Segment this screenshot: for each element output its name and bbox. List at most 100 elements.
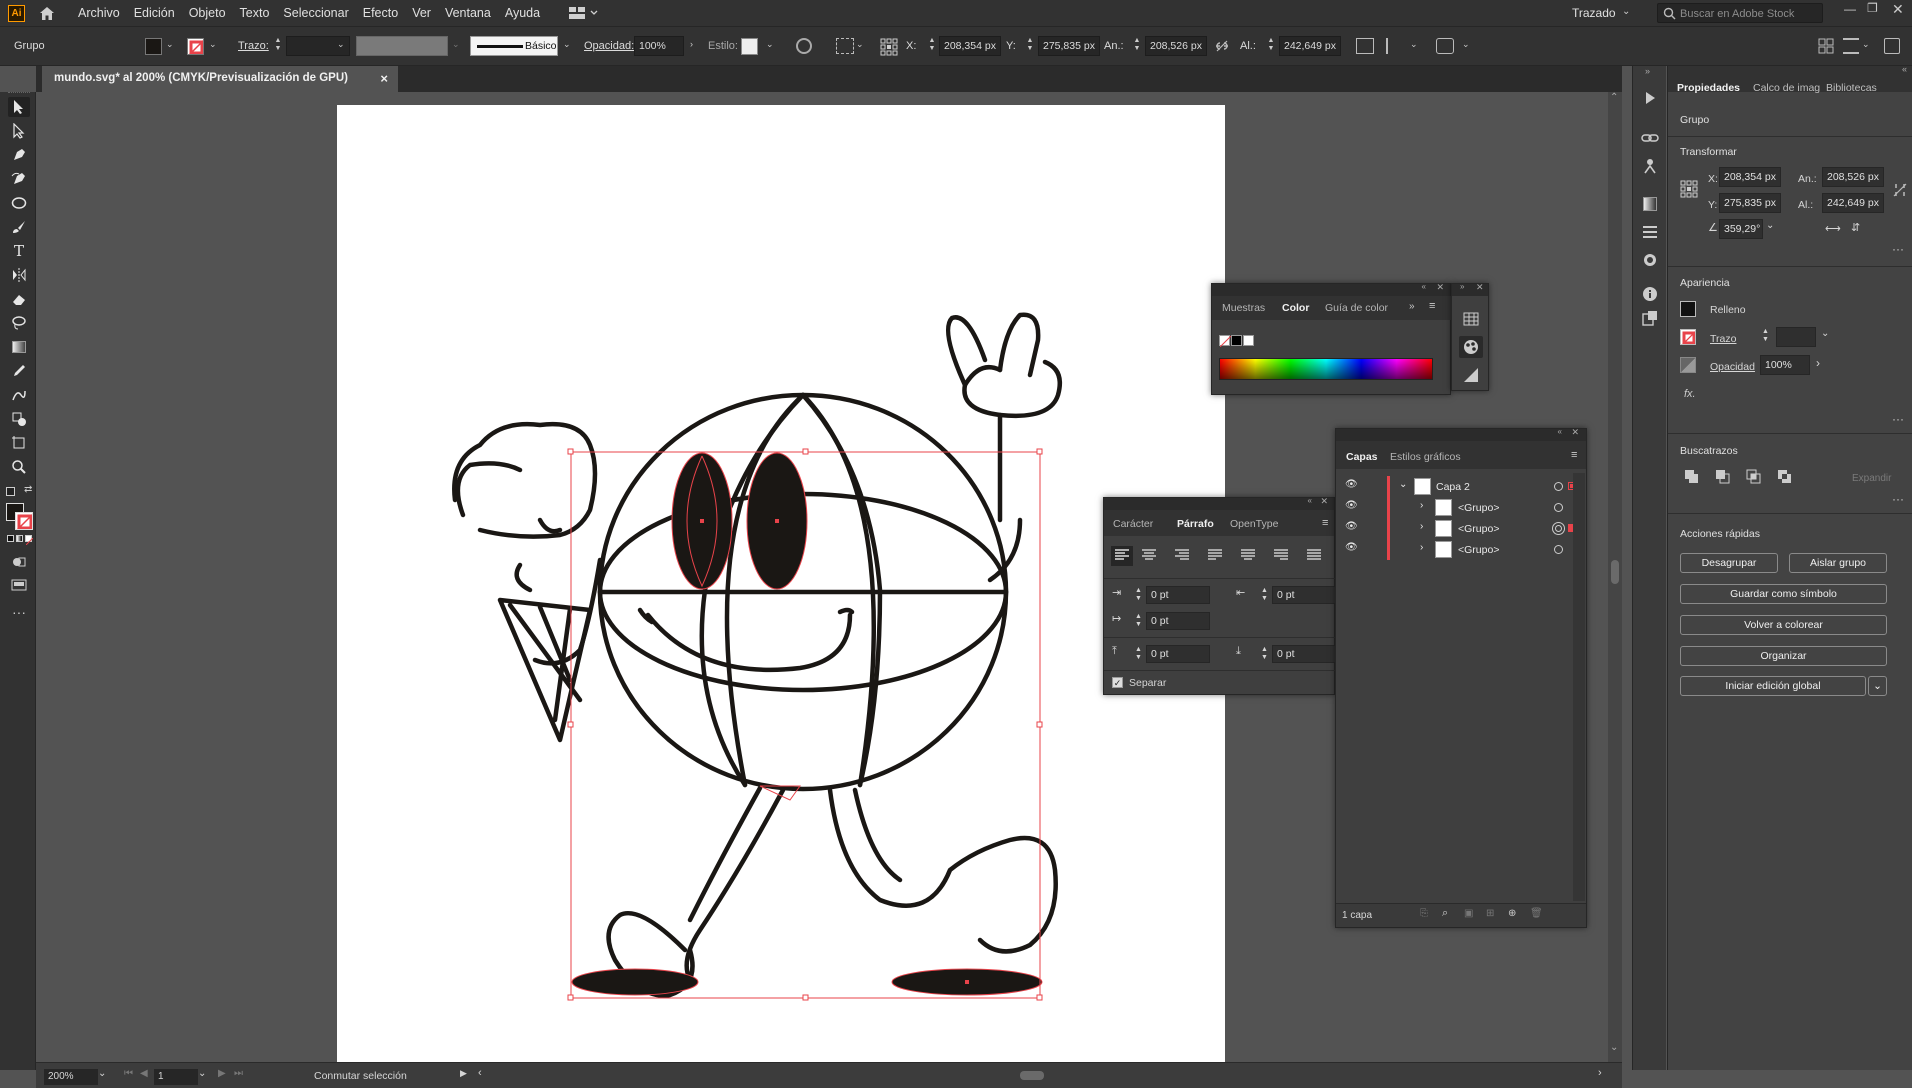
side-strip-close-icon[interactable]: ✕ — [1476, 282, 1484, 293]
minus-front-icon[interactable] — [1715, 469, 1730, 484]
workspace-options-icon[interactable] — [1884, 38, 1900, 54]
close-tab-icon[interactable]: × — [380, 71, 388, 86]
first-line-indent-field[interactable]: 0 pt — [1146, 612, 1210, 630]
color-mode-icon[interactable] — [7, 535, 14, 542]
color-panel-collapse-icon[interactable]: « — [1422, 282, 1426, 291]
artboard-tool-icon[interactable] — [8, 433, 30, 453]
stroke-stepper[interactable]: ▲ ▼ — [1762, 328, 1769, 344]
swap-colors-icon[interactable]: ⇄ — [24, 484, 32, 495]
reference-point-icon[interactable] — [880, 38, 898, 56]
type-tool-icon[interactable]: T — [8, 241, 30, 261]
props-h-field[interactable]: 242,649 px — [1822, 193, 1884, 213]
next-artboard-icon[interactable]: ▶ — [218, 1068, 226, 1079]
constrain-proportions-icon[interactable] — [1214, 39, 1230, 53]
space-after-field[interactable]: 0 pt — [1272, 645, 1336, 663]
scroll-down-icon[interactable]: ⌄ — [1610, 1042, 1618, 1053]
gradient-tool-icon[interactable] — [8, 337, 30, 357]
flip-vertical-icon[interactable]: ⇵ — [1851, 221, 1860, 234]
align-to-icon[interactable] — [836, 38, 854, 54]
variable-width-profile[interactable] — [356, 36, 448, 56]
flip-horizontal-icon[interactable]: ⟷ — [1825, 222, 1841, 235]
align-left-icon[interactable] — [1111, 546, 1133, 566]
props-y-field[interactable]: 275,835 px — [1719, 193, 1781, 213]
pen-tool-icon[interactable] — [8, 145, 30, 165]
transform-more-icon[interactable]: ··· — [1892, 242, 1904, 256]
scroll-up-icon[interactable]: ⌃ — [1610, 92, 1618, 103]
y-stepper[interactable]: ▲ ▼ — [1026, 37, 1034, 55]
gradient-mode-icon[interactable] — [16, 535, 23, 542]
intersect-icon[interactable] — [1746, 469, 1761, 484]
appearance-stroke-swatch[interactable] — [1680, 329, 1696, 345]
fill-chevron-icon[interactable]: ⌄ — [166, 39, 176, 51]
align-icon[interactable] — [1386, 38, 1404, 54]
space-before-stepper[interactable]: ▲ ▼ — [1135, 646, 1142, 662]
direct-selection-tool-icon[interactable] — [8, 121, 30, 141]
opacity-arrow-icon[interactable]: › — [690, 39, 700, 51]
paragraph-panel-close-icon[interactable]: ✕ — [1320, 496, 1328, 507]
expand-button[interactable]: Expandir — [1852, 473, 1891, 484]
justify-center-icon[interactable] — [1241, 549, 1255, 561]
artboard-number-field[interactable]: 1 — [154, 1069, 198, 1085]
stroke-label[interactable]: Trazo — [1710, 333, 1736, 345]
layer-name[interactable]: Capa 2 — [1436, 481, 1470, 493]
color-panel-header[interactable]: « ✕ — [1212, 282, 1450, 296]
locate-object-icon[interactable]: ⌕ — [1442, 907, 1448, 920]
sublayer-name[interactable]: <Grupo> — [1458, 523, 1499, 535]
stroke-swatch[interactable] — [187, 38, 204, 55]
stroke-panel-icon[interactable] — [1640, 222, 1660, 242]
maximize-icon[interactable]: ❐ — [1867, 1, 1878, 15]
sublayer-target-icon[interactable] — [1552, 522, 1565, 535]
x-stepper[interactable]: ▲ ▼ — [928, 37, 936, 55]
globe-character-illustration[interactable] — [337, 105, 1225, 1062]
space-before-field[interactable]: 0 pt — [1146, 645, 1210, 663]
left-indent-field[interactable]: 0 pt — [1146, 586, 1210, 604]
menu-edicion[interactable]: Edición — [127, 6, 182, 20]
color-panel-icon[interactable] — [1459, 336, 1483, 358]
links-panel-icon[interactable] — [1640, 128, 1660, 148]
layers-scrollbar[interactable] — [1573, 473, 1585, 901]
save-as-symbol-button[interactable]: Guardar como símbolo — [1680, 584, 1887, 604]
brush-chevron-icon[interactable]: ⌄ — [563, 39, 573, 51]
recolor-artwork-icon[interactable] — [796, 38, 812, 54]
first-line-indent-stepper[interactable]: ▲ ▼ — [1135, 613, 1142, 629]
align-center-icon[interactable] — [1142, 549, 1156, 561]
paragraph-panel-menu-icon[interactable]: ≡ — [1322, 517, 1328, 529]
document-tab[interactable]: mundo.svg* al 200% (CMYK/Previsualizació… — [42, 66, 398, 92]
layers-panel-collapse-icon[interactable]: « — [1558, 427, 1562, 436]
puppet-warp-tool-icon[interactable] — [8, 385, 30, 405]
tab-estilos-graficos[interactable]: Estilos gráficos — [1390, 451, 1461, 463]
angle-chevron-icon[interactable]: ⌄ — [1766, 220, 1774, 231]
stroke-weight-field[interactable] — [1776, 327, 1816, 347]
space-after-stepper[interactable]: ▲ ▼ — [1261, 646, 1268, 662]
none-swatch[interactable] — [1219, 335, 1232, 348]
eyedropper-tool-icon[interactable] — [8, 361, 30, 381]
reference-point-icon[interactable] — [1680, 180, 1698, 198]
menu-texto[interactable]: Texto — [233, 6, 277, 20]
align-to-chevron-icon[interactable]: ⌄ — [856, 39, 866, 51]
side-strip-header[interactable]: » ✕ — [1452, 282, 1488, 296]
tab-guia-de-color[interactable]: Guía de color — [1325, 302, 1388, 314]
sublayer-target-icon[interactable] — [1554, 503, 1563, 512]
vertical-scroll-thumb[interactable] — [1611, 560, 1619, 584]
layer-row[interactable]: 👁 ⌄ Capa 2 — [1336, 476, 1586, 497]
unite-icon[interactable] — [1684, 469, 1699, 484]
layers-panel-menu-icon[interactable]: ≡ — [1571, 449, 1577, 461]
new-layer-icon[interactable]: ⊕ — [1508, 908, 1516, 919]
puppet-panel-icon[interactable] — [1640, 156, 1660, 176]
eraser-tool-icon[interactable] — [8, 289, 30, 309]
justify-left-icon[interactable] — [1208, 549, 1222, 561]
workspace-label[interactable]: Trazado — [1572, 6, 1616, 20]
appearance-fill-swatch[interactable] — [1680, 301, 1696, 317]
opacity-field[interactable]: 100% — [634, 36, 684, 56]
menu-efecto[interactable]: Efecto — [356, 6, 405, 20]
sublayer-row[interactable]: 👁 › <Grupo> — [1336, 497, 1586, 518]
appearance-more-icon[interactable]: ··· — [1892, 412, 1904, 426]
sublayer-row[interactable]: 👁 › <Grupo> — [1336, 518, 1586, 539]
scroll-right-icon[interactable]: › — [1598, 1067, 1602, 1079]
isolate-group-button[interactable]: Aislar grupo — [1789, 553, 1887, 573]
menu-ventana[interactable]: Ventana — [438, 6, 498, 20]
stroke-color-box[interactable] — [15, 512, 33, 530]
style-chevron-icon[interactable]: ⌄ — [766, 39, 776, 51]
layers-panel-close-icon[interactable]: ✕ — [1571, 427, 1579, 438]
curvature-tool-icon[interactable] — [8, 169, 30, 189]
